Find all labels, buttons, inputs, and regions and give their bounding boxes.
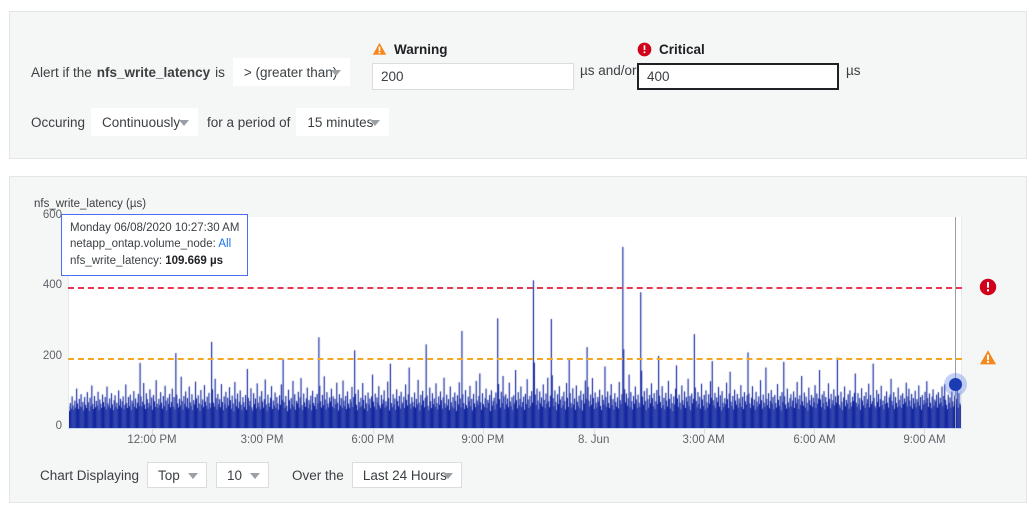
operator-select-value: > (greater than) bbox=[243, 64, 338, 80]
occurrence-select[interactable]: Continuously bbox=[91, 108, 199, 136]
occurrence-select-value: Continuously bbox=[102, 114, 181, 130]
chevron-down-icon bbox=[188, 473, 199, 479]
chart-displaying-label: Chart Displaying bbox=[40, 467, 140, 483]
warning-threshold-group: Warning bbox=[372, 40, 574, 90]
x-axis-tick-label: 9:00 PM bbox=[461, 434, 505, 446]
tooltip-dimension: netapp_ontap.volume_node: All bbox=[70, 236, 239, 252]
plot-baseline bbox=[68, 428, 962, 429]
chevron-down-icon bbox=[330, 70, 341, 76]
chevron-down-icon bbox=[370, 120, 381, 126]
chevron-down-icon bbox=[179, 120, 190, 126]
tooltip-dimension-label: netapp_ontap.volume_node: bbox=[70, 238, 216, 251]
operator-select[interactable]: > (greater than) bbox=[232, 58, 350, 86]
rank-select[interactable]: Top bbox=[147, 462, 208, 488]
tooltip-dimension-value[interactable]: All bbox=[218, 238, 231, 250]
alert-is-label: is bbox=[215, 64, 225, 80]
critical-label-row: Critical bbox=[637, 40, 839, 58]
x-axis-tick-label: 6:00 PM bbox=[351, 434, 395, 446]
x-axis-tick-label: 3:00 PM bbox=[240, 434, 284, 446]
chevron-down-icon bbox=[442, 473, 453, 479]
y-axis-tick-label: 400 bbox=[42, 279, 62, 292]
alert-condition-row: Alert if the nfs_write_latency is > (gre… bbox=[31, 58, 350, 86]
x-axis-tick-label: 8. Jun bbox=[578, 434, 610, 446]
tooltip-metric-value: 109.669 µs bbox=[165, 254, 224, 267]
critical-threshold-input[interactable] bbox=[637, 63, 839, 90]
critical-threshold-group: Critical bbox=[637, 40, 839, 90]
period-select-value: 15 minutes bbox=[307, 114, 374, 130]
tooltip-metric-label: nfs_write_latency: bbox=[70, 254, 163, 267]
time-range-select-value: Last 24 Hours bbox=[362, 467, 447, 483]
chart-display-controls: Chart Displaying Top 10 Over the Last 24… bbox=[40, 462, 462, 488]
warning-label: Warning bbox=[394, 41, 448, 57]
over-the-label: Over the bbox=[292, 467, 344, 483]
period-select[interactable]: 15 minutes bbox=[296, 108, 390, 136]
occuring-label: Occuring bbox=[31, 114, 86, 130]
threshold-line-critical bbox=[68, 287, 962, 290]
alert-prefix-label: Alert if the bbox=[31, 64, 92, 80]
x-axis-tick-label: 6:00 AM bbox=[793, 434, 836, 446]
warning-unit-label: µs and/or bbox=[580, 63, 637, 78]
y-axis-tick-label: 200 bbox=[42, 349, 62, 362]
tooltip-timestamp: Monday 06/08/2020 10:27:30 AM bbox=[70, 222, 240, 234]
tooltip-metric: nfs_write_latency: 109.669 µs bbox=[70, 253, 239, 269]
alert-threshold-editor: Alert if the nfs_write_latency is > (gre… bbox=[0, 0, 1036, 514]
hover-point-marker[interactable] bbox=[949, 378, 962, 391]
metric-name-label: nfs_write_latency bbox=[96, 64, 211, 80]
x-axis-tick-label: 9:00 AM bbox=[903, 434, 946, 446]
time-range-select[interactable]: Last 24 Hours bbox=[351, 462, 462, 488]
critical-circle-icon bbox=[637, 42, 652, 57]
chart-tooltip: Monday 06/08/2020 10:27:30 AM netapp_ont… bbox=[61, 214, 249, 276]
warning-label-row: Warning bbox=[372, 40, 574, 58]
hover-crosshair bbox=[955, 217, 956, 428]
warning-triangle-icon bbox=[372, 42, 387, 56]
x-axis-tick-label: 3:00 AM bbox=[682, 434, 725, 446]
critical-label: Critical bbox=[659, 41, 705, 57]
count-select-value: 10 bbox=[227, 467, 243, 483]
critical-unit-label: µs bbox=[846, 63, 861, 78]
count-select[interactable]: 10 bbox=[216, 462, 270, 488]
occurrence-row: Occuring Continuously for a period of 15… bbox=[31, 108, 390, 136]
chevron-down-icon bbox=[250, 473, 261, 479]
x-axis-tick-label: 12:00 PM bbox=[127, 434, 177, 446]
period-label: for a period of bbox=[207, 114, 291, 130]
rank-select-value: Top bbox=[158, 467, 180, 483]
warning-triangle-icon[interactable] bbox=[979, 349, 997, 366]
threshold-line-warning bbox=[68, 357, 962, 360]
warning-threshold-input[interactable] bbox=[372, 63, 574, 90]
critical-circle-icon[interactable] bbox=[979, 278, 997, 296]
y-axis-tick-label: 0 bbox=[55, 420, 62, 432]
y-axis-tick-label: 600 bbox=[42, 209, 62, 221]
